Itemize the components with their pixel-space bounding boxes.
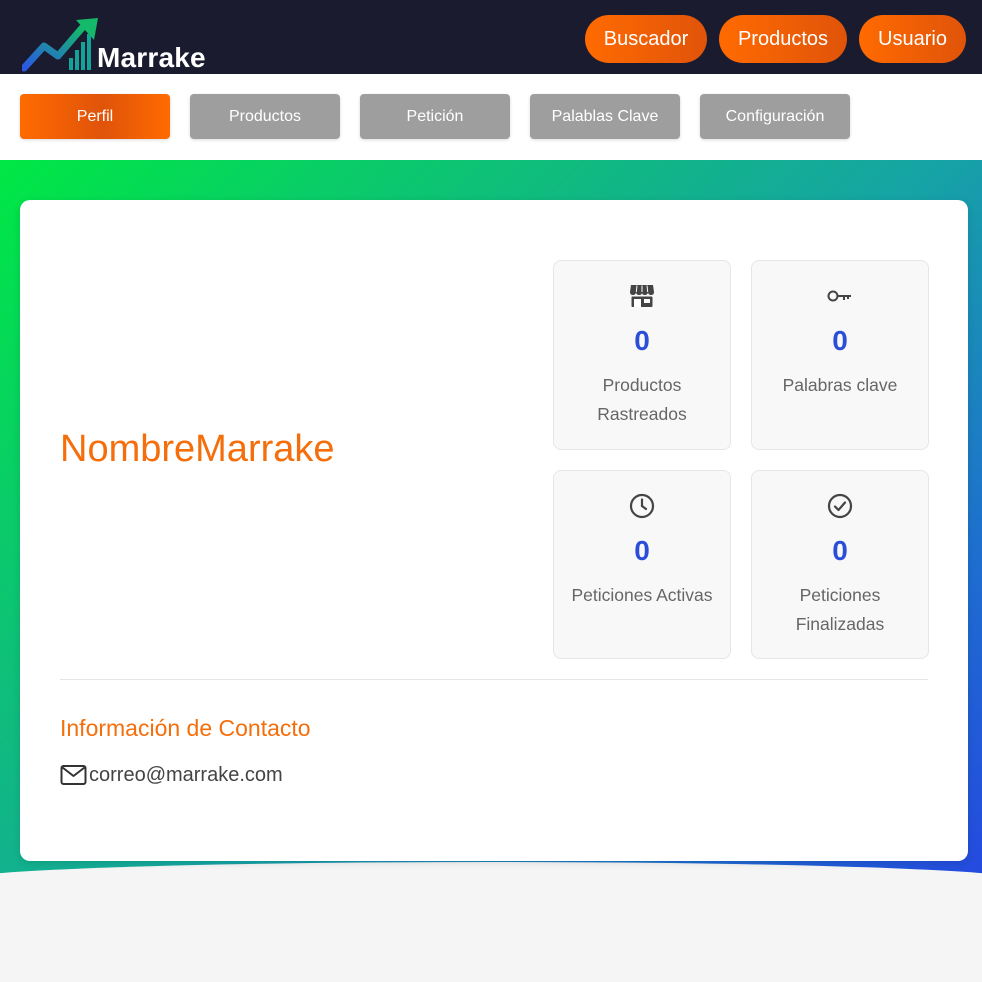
stat-value: 0	[634, 535, 650, 566]
stat-card-active-requests: 0 Peticiones Activas	[553, 470, 731, 659]
stat-card-keywords: 0 Palabras clave	[751, 260, 929, 450]
stat-value: 0	[832, 325, 848, 356]
contact-section-title: Información de Contacto	[60, 715, 311, 741]
tab-palabras-clave[interactable]: Palablas Clave	[530, 94, 680, 139]
profile-username: NombreMarrake	[60, 428, 335, 470]
contact-email: correo@marrake.com	[89, 763, 283, 786]
check-circle-icon	[752, 493, 928, 519]
growth-chart-icon	[22, 18, 98, 72]
top-header: Marrake Buscador Productos Usuario	[0, 0, 982, 74]
tab-configuracion[interactable]: Configuración	[700, 94, 850, 139]
stat-value: 0	[832, 535, 848, 566]
stat-label: Peticiones Activas	[571, 585, 713, 605]
stat-card-products: 0 Productos Rastreados	[553, 260, 731, 450]
bottom-wave	[0, 862, 982, 982]
contact-email-row: correo@marrake.com	[60, 762, 283, 788]
stat-card-finished-requests: 0 Peticiones Finalizadas	[751, 470, 929, 659]
stat-label: Palabras clave	[782, 375, 898, 395]
app-name: Marrake	[97, 42, 206, 73]
key-icon	[752, 283, 928, 309]
clock-icon	[554, 493, 730, 519]
stat-label: Productos Rastreados	[597, 375, 687, 424]
nav-productos-button[interactable]: Productos	[719, 15, 847, 63]
store-icon	[554, 283, 730, 309]
mail-icon	[60, 764, 88, 786]
profile-tabs-bar: Perfil Productos Petición Palablas Clave…	[0, 74, 982, 160]
tab-peticion[interactable]: Petición	[360, 94, 510, 139]
nav-usuario-button[interactable]: Usuario	[859, 15, 966, 63]
profile-card: NombreMarrake 0 Productos Rastreados 0 P…	[20, 200, 968, 861]
stat-value: 0	[634, 325, 650, 356]
divider	[60, 679, 928, 680]
tab-perfil[interactable]: Perfil	[20, 94, 170, 139]
stat-label: Peticiones Finalizadas	[795, 585, 885, 634]
tab-productos[interactable]: Productos	[190, 94, 340, 139]
logo[interactable]: Marrake	[22, 18, 222, 73]
nav-buscador-button[interactable]: Buscador	[585, 15, 707, 63]
